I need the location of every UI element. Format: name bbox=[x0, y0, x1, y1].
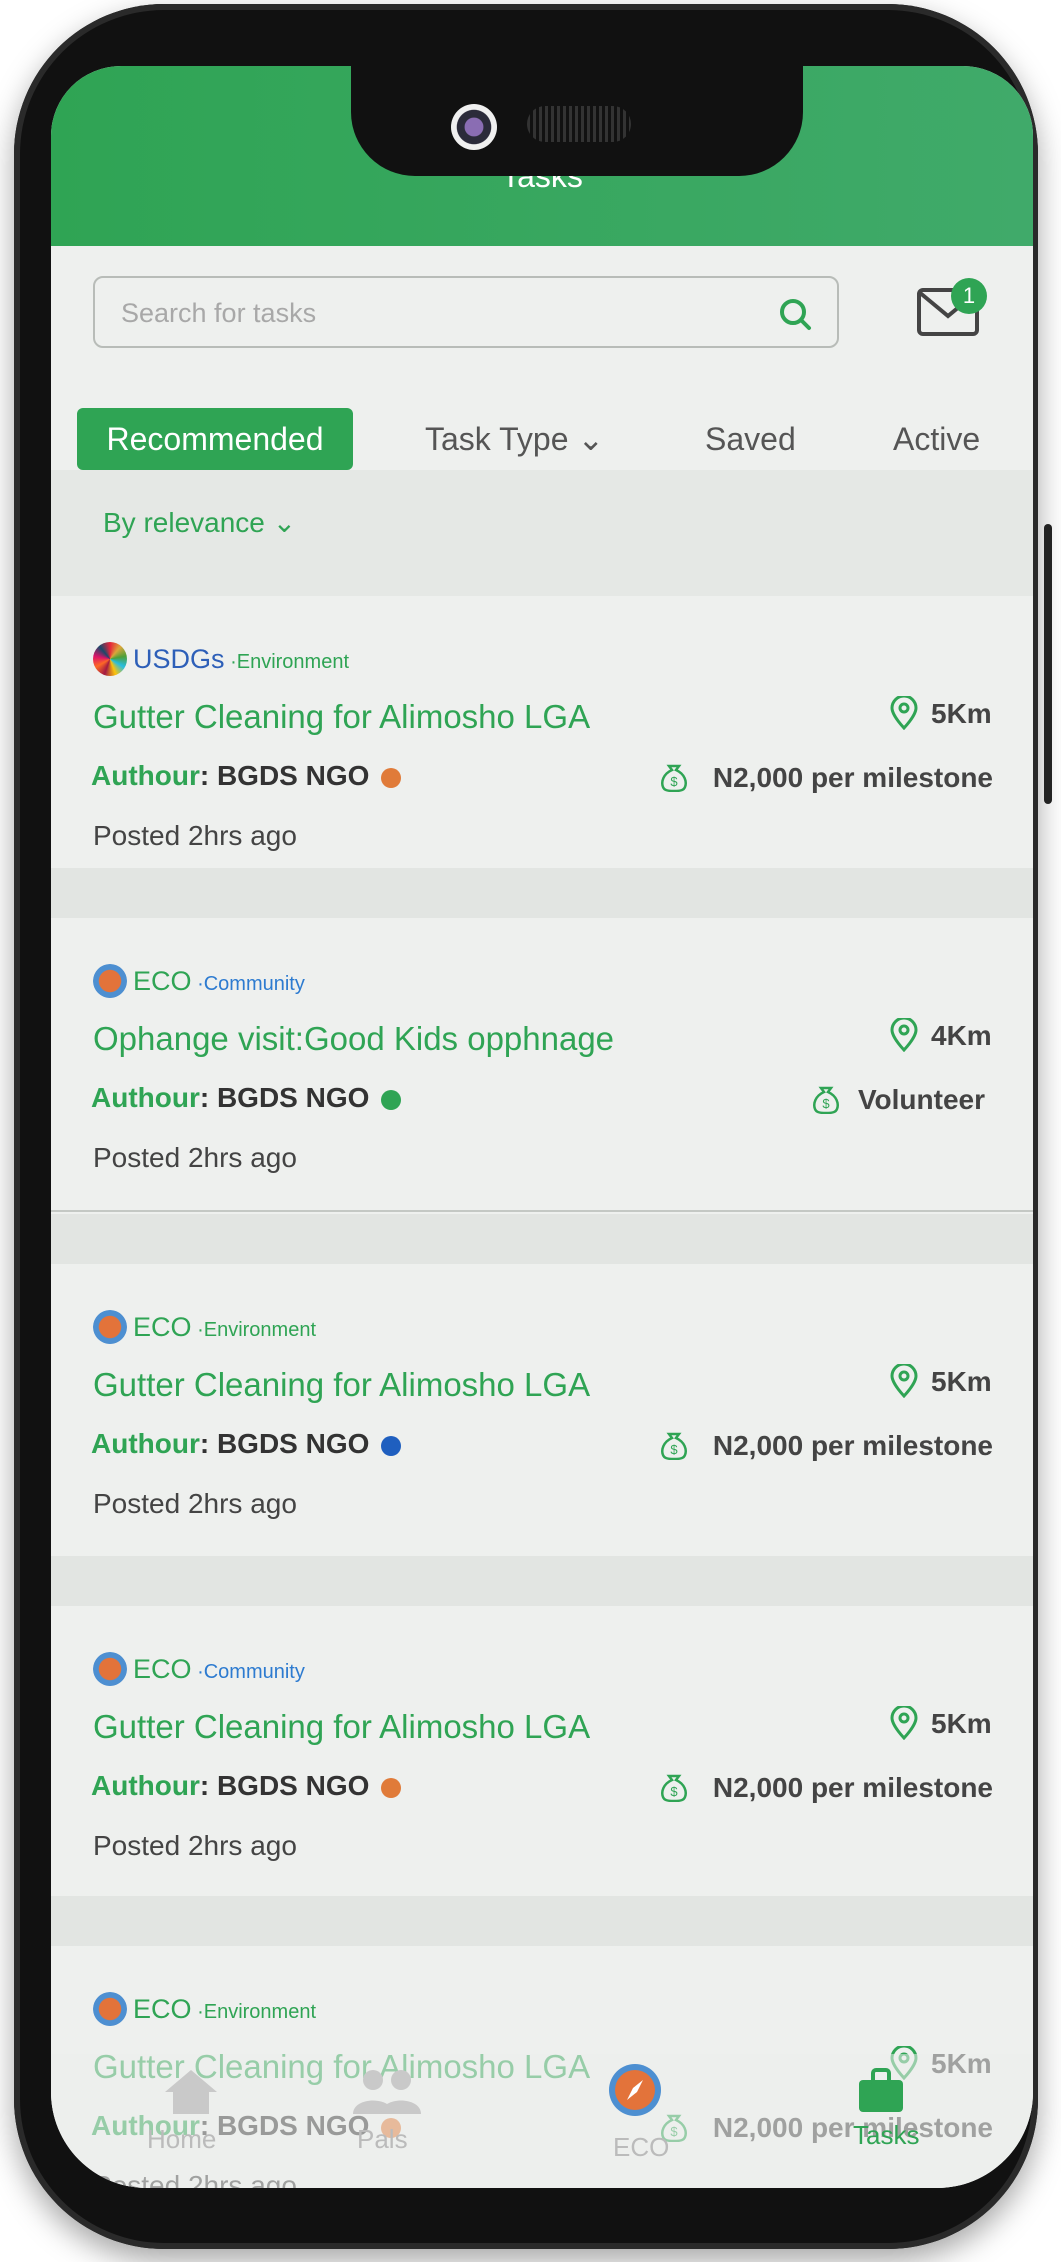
people-icon[interactable] bbox=[347, 2068, 427, 2116]
task-category: Environment bbox=[203, 2001, 317, 2023]
tab-active[interactable]: Active bbox=[893, 408, 980, 470]
author-label: Authour bbox=[91, 760, 200, 791]
author-label: Authour bbox=[91, 1428, 200, 1459]
org-name: ECO ·Community bbox=[133, 966, 305, 996]
org-name: ECO ·Environment bbox=[133, 1312, 317, 1342]
org-logo-icon bbox=[93, 1310, 127, 1344]
search-input[interactable] bbox=[119, 278, 763, 348]
status-dot bbox=[381, 1436, 401, 1456]
front-camera bbox=[451, 104, 497, 150]
nav-pals[interactable]: Pals bbox=[357, 2124, 408, 2155]
posted-time: Posted 2hrs ago bbox=[93, 1830, 297, 1861]
org-logo-icon bbox=[93, 964, 127, 998]
org-label: USDGs bbox=[133, 644, 225, 674]
author-name: : BGDS NGO bbox=[199, 1082, 370, 1113]
location-pin-icon bbox=[890, 1364, 918, 1398]
nav-eco[interactable]: ECO bbox=[613, 2132, 669, 2163]
tab-saved[interactable]: Saved bbox=[705, 408, 796, 470]
svg-text:$: $ bbox=[670, 1442, 678, 1457]
org-logo-icon bbox=[93, 1992, 127, 2026]
card-separator bbox=[51, 1896, 1033, 1946]
task-card[interactable]: ECO ·Community Ophange visit:Good Kids o… bbox=[51, 918, 1033, 1212]
task-card[interactable]: ECO ·Environment Gutter Cleaning for Ali… bbox=[51, 1264, 1033, 1558]
task-payment: Volunteer bbox=[857, 1084, 985, 1115]
nav-tasks[interactable]: Tasks bbox=[853, 2120, 919, 2151]
org-label: ECO bbox=[133, 1654, 192, 1684]
org-name: USDGs ·Environment bbox=[133, 644, 350, 674]
card-separator bbox=[51, 1556, 1033, 1606]
org-label: ECO bbox=[133, 1312, 192, 1342]
phone-frame: Tasks 1 Recommended Task Type ⌄ Saved Ac… bbox=[14, 4, 1052, 2249]
status-dot bbox=[381, 1778, 401, 1798]
task-category: Environment bbox=[236, 651, 350, 673]
bottom-navigation: Home Pals ECO Tasks bbox=[51, 2054, 1033, 2188]
home-icon[interactable] bbox=[163, 2068, 219, 2116]
task-payment: N2,000 per milestone bbox=[712, 1430, 993, 1461]
org-name: ECO ·Environment bbox=[133, 1994, 317, 2024]
task-distance: 5Km bbox=[931, 698, 992, 729]
money-bag-icon: $ bbox=[813, 1086, 839, 1114]
org-label: ECO bbox=[133, 966, 192, 996]
app-screen: Tasks 1 Recommended Task Type ⌄ Saved Ac… bbox=[51, 66, 1033, 2188]
money-bag-icon: $ bbox=[661, 1432, 687, 1460]
money-bag-icon: $ bbox=[661, 1774, 687, 1802]
task-card[interactable]: USDGs ·Environment Gutter Cleaning for A… bbox=[51, 596, 1033, 890]
money-bag-icon: $ bbox=[661, 764, 687, 792]
posted-time: Posted 2hrs ago bbox=[93, 1488, 297, 1519]
task-distance: 5Km bbox=[931, 1708, 992, 1739]
search-icon[interactable] bbox=[777, 296, 813, 332]
org-logo-icon bbox=[93, 1652, 127, 1686]
task-author: Authour: BGDS NGO bbox=[91, 760, 369, 792]
task-title[interactable]: Gutter Cleaning for Alimosho LGA bbox=[93, 698, 590, 736]
task-author: Authour: BGDS NGO bbox=[91, 1770, 369, 1802]
card-separator bbox=[51, 1214, 1033, 1264]
earpiece-speaker bbox=[527, 106, 631, 142]
org-name: ECO ·Community bbox=[133, 1654, 305, 1684]
task-author: Authour: BGDS NGO bbox=[91, 1428, 369, 1460]
task-category: Environment bbox=[203, 1319, 317, 1341]
location-pin-icon bbox=[890, 696, 918, 730]
tab-recommended[interactable]: Recommended bbox=[77, 408, 353, 470]
posted-time: Posted 2hrs ago bbox=[93, 820, 297, 851]
status-dot bbox=[381, 768, 401, 788]
tab-task-type[interactable]: Task Type ⌄ bbox=[425, 408, 604, 470]
author-name: : BGDS NGO bbox=[199, 760, 370, 791]
status-dot bbox=[381, 1090, 401, 1110]
inbox-badge: 1 bbox=[951, 278, 987, 314]
svg-text:$: $ bbox=[670, 1784, 678, 1799]
compass-icon[interactable] bbox=[607, 2062, 663, 2118]
search-bar[interactable] bbox=[93, 276, 839, 348]
author-name: : BGDS NGO bbox=[199, 1428, 370, 1459]
author-label: Authour bbox=[91, 1082, 200, 1113]
card-separator bbox=[51, 868, 1033, 918]
location-pin-icon bbox=[890, 1706, 918, 1740]
sort-dropdown[interactable]: By relevance ⌄ bbox=[103, 506, 296, 539]
posted-time: Posted 2hrs ago bbox=[93, 1142, 297, 1173]
org-logo-icon bbox=[93, 642, 127, 676]
task-category: Community bbox=[203, 973, 305, 995]
task-distance: 4Km bbox=[931, 1020, 992, 1051]
author-label: Authour bbox=[91, 1770, 200, 1801]
task-title[interactable]: Gutter Cleaning for Alimosho LGA bbox=[93, 1708, 590, 1746]
task-distance: 5Km bbox=[931, 1366, 992, 1397]
task-payment: N2,000 per milestone bbox=[712, 1772, 993, 1803]
author-name: : BGDS NGO bbox=[199, 1770, 370, 1801]
task-title[interactable]: Gutter Cleaning for Alimosho LGA bbox=[93, 1366, 590, 1404]
location-pin-icon bbox=[890, 1018, 918, 1052]
org-label: ECO bbox=[133, 1994, 192, 2024]
task-card[interactable]: ECO ·Community Gutter Cleaning for Alimo… bbox=[51, 1606, 1033, 1900]
svg-text:$: $ bbox=[670, 774, 678, 789]
briefcase-icon[interactable] bbox=[855, 2064, 907, 2116]
task-author: Authour: BGDS NGO bbox=[91, 1082, 369, 1114]
nav-home[interactable]: Home bbox=[147, 2124, 216, 2155]
task-payment: N2,000 per milestone bbox=[712, 762, 993, 793]
task-title[interactable]: Ophange visit:Good Kids opphnage bbox=[93, 1020, 614, 1058]
svg-text:$: $ bbox=[822, 1096, 830, 1111]
task-category: Community bbox=[203, 1661, 305, 1683]
